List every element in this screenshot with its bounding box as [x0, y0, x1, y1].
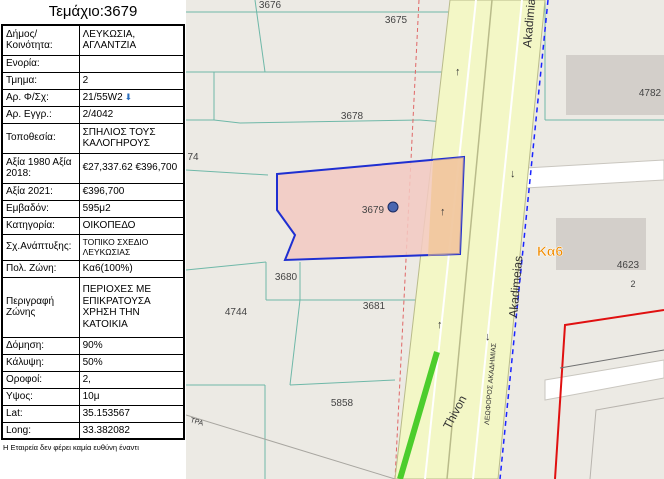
parcel-marker[interactable]	[387, 201, 399, 213]
parcel-label-5858: 5858	[331, 398, 354, 409]
row-value: 2,	[78, 370, 185, 389]
row-key: Τμημα:	[1, 71, 80, 90]
row-value: 90%	[78, 336, 185, 355]
parcel-title: Τεμάχιο:3679	[48, 3, 138, 20]
row-value: 35.153567	[78, 404, 185, 423]
parcel-label-3679: 3679	[362, 205, 385, 216]
parcel-label-3676: 3676	[259, 0, 282, 11]
parcel-info-table: Δήμος/ Κοινότητα: ΛΕΥΚΩΣΙΑ, ΑΓΛΑΝΤΖΙΑ Ενο…	[1, 24, 185, 440]
row-value: ΤΟΠΙΚΟ ΣΧΕΔΙΟ ΛΕΥΚΩΣΙΑΣ	[78, 233, 185, 261]
parcel-label-3675: 3675	[385, 15, 408, 26]
row-value	[78, 54, 185, 73]
building-number: 2	[630, 279, 635, 289]
building	[566, 55, 664, 115]
row-value: 33.382082	[78, 421, 185, 440]
row-key: Δόμηση:	[1, 336, 80, 355]
zone-label: Κα6	[537, 243, 563, 259]
svg-text:↑: ↑	[437, 319, 443, 331]
parcel-label-3680: 3680	[275, 272, 298, 283]
svg-text:↑: ↑	[440, 206, 446, 218]
row-key: Αξία 2021:	[1, 182, 80, 201]
row-value: €396,700	[78, 182, 185, 201]
row-value: 595μ2	[78, 199, 185, 218]
row-key: Οροφοί:	[1, 370, 80, 389]
row-value: 21/55W2	[82, 91, 123, 103]
row-value: €27,337.62 €396,700	[78, 152, 185, 184]
svg-text:↓: ↓	[485, 331, 491, 343]
svg-text:↑: ↑	[455, 66, 461, 78]
row-value: 10μ	[78, 387, 185, 406]
parcel-label-74: 74	[187, 152, 199, 163]
row-key: Περιγραφή Ζώνης	[1, 276, 80, 338]
row-key: Κάλυψη:	[1, 353, 80, 372]
row-key: Αρ. Εγγρ.:	[1, 105, 80, 124]
row-value: 2/4042	[78, 105, 185, 124]
row-key: Υψος:	[1, 387, 80, 406]
row-key: Lat:	[1, 404, 80, 423]
row-key: Τοποθεσία:	[1, 122, 80, 154]
row-value: ΟΙΚΟΠΕΔΟ	[78, 216, 185, 235]
parcel-info-panel: Τεμάχιο:3679 Δήμος/ Κοινότητα: ΛΕΥΚΩΣΙΑ, …	[0, 0, 186, 479]
parcel-label-4744: 4744	[225, 307, 248, 318]
parcel-label-4623: 4623	[617, 260, 640, 271]
row-value: Κα6(100%)	[78, 259, 185, 278]
row-key: Αξία 1980 Αξία 2018:	[1, 152, 80, 184]
parcel-label-4782: 4782	[639, 88, 662, 99]
parcel-label-3681: 3681	[363, 301, 386, 312]
svg-text:↓: ↓	[510, 168, 516, 180]
row-value: ΛΕΥΚΩΣΙΑ, ΑΓΛΑΝΤΖΙΑ	[78, 24, 185, 56]
row-key: Ενορία:	[1, 54, 80, 73]
row-key: Πολ. Ζώνη:	[1, 259, 80, 278]
row-value: ΠΕΡΙΟΧΕΣ ΜΕ ΕΠΙΚΡΑΤΟΥΣΑ ΧΡΗΣΗ ΤΗΝ ΚΑΤΟΙΚ…	[78, 276, 185, 338]
disclaimer-text: Η Εταιρεία δεν φέρει καμία ευθύνη έναντι	[3, 443, 139, 452]
row-value: ΣΠΗΛΙΟΣ ΤΟΥΣ ΚΑΛΟΓΗΡΟΥΣ	[78, 122, 185, 154]
row-value: 50%	[78, 353, 185, 372]
row-key: Εμβαδόν:	[1, 199, 80, 218]
download-icon[interactable]: ⬇	[125, 92, 133, 102]
parcel-label-3678: 3678	[341, 111, 364, 122]
row-value: 2	[78, 71, 185, 90]
row-key: Long:	[1, 421, 80, 440]
row-key: Δήμος/ Κοινότητα:	[1, 24, 80, 56]
row-key: Κατηγορία:	[1, 216, 80, 235]
row-key: Σχ.Ανάπτυξης:	[1, 233, 80, 261]
row-key: Αρ. Φ/Σχ:	[1, 88, 80, 107]
